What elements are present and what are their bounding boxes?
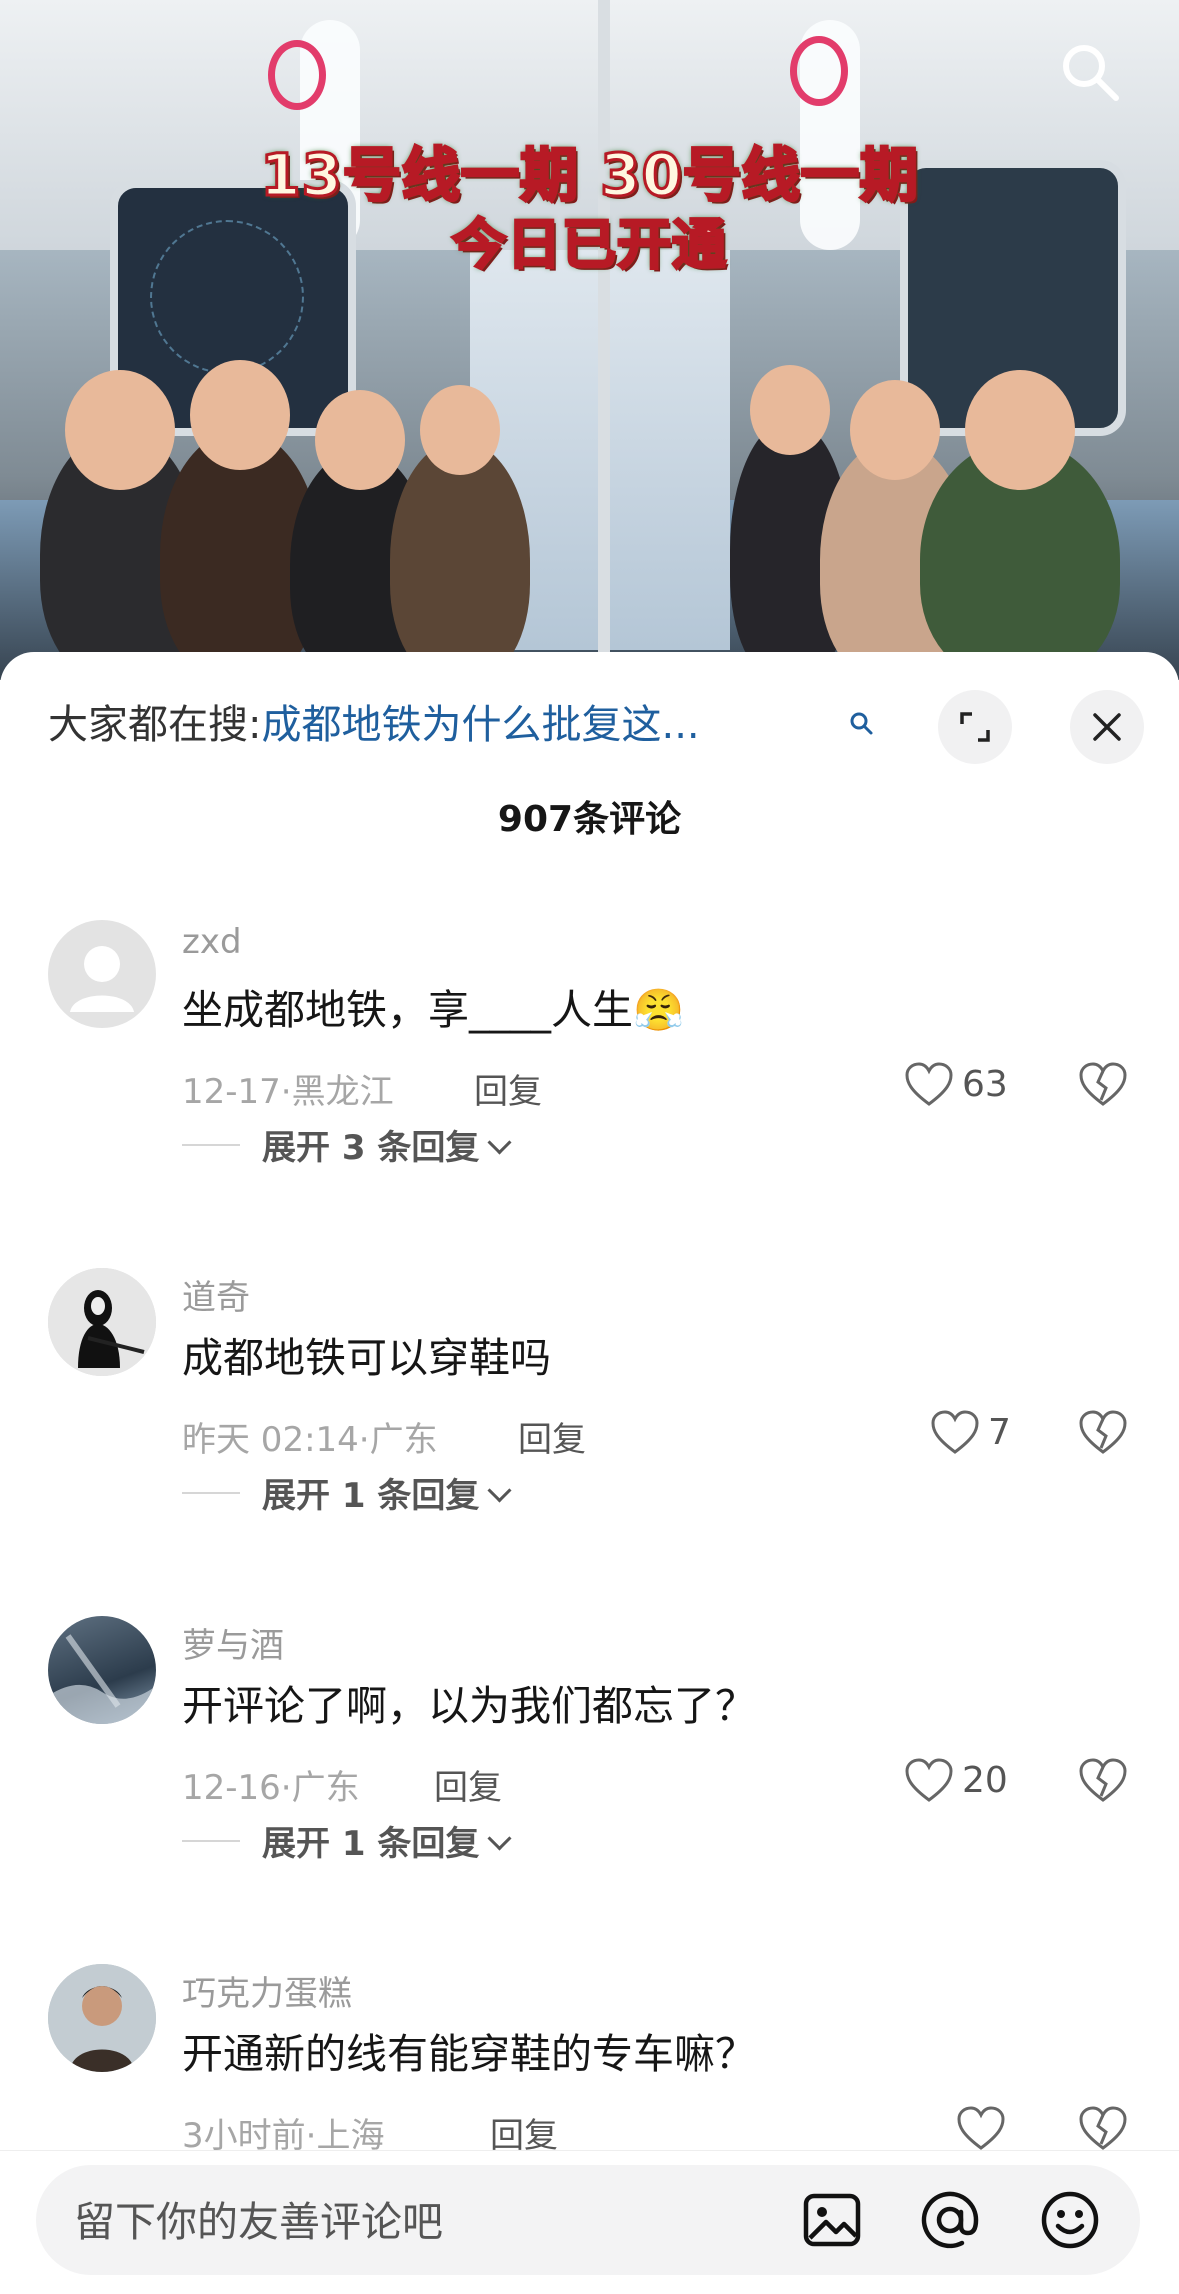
- close-sheet-button[interactable]: [1070, 690, 1144, 764]
- like-count: 7: [988, 1412, 1011, 1453]
- trending-search-hint[interactable]: 大家都在搜:成都地铁为什么批复这...: [48, 690, 898, 760]
- avatar[interactable]: [48, 1268, 156, 1376]
- handrail-pole: [598, 0, 610, 680]
- comment-meta: 昨天 02:14·广东: [182, 1420, 438, 1460]
- expand-sheet-button[interactable]: [938, 690, 1012, 764]
- hand-ring: [790, 36, 848, 106]
- expand-replies-button[interactable]: 展开 1 条回复: [262, 1816, 512, 1865]
- passenger: [390, 385, 530, 680]
- broken-heart-icon[interactable]: [1078, 1060, 1128, 1110]
- comment-text: 开评论了啊，以为我们都忘了？: [182, 1682, 756, 1730]
- reply-button[interactable]: 回复: [474, 1064, 542, 1113]
- like-count: 20: [962, 1760, 1008, 1801]
- hand-ring: [268, 40, 326, 110]
- comment-text: 开通新的线有能穿鞋的专车嘛？: [182, 2030, 756, 2078]
- heart-icon[interactable]: [904, 1062, 954, 1108]
- avatar[interactable]: [48, 1964, 156, 2072]
- heart-icon[interactable]: [930, 1410, 980, 1456]
- avatar-landscape-icon: [48, 1634, 156, 1724]
- trending-search-query[interactable]: 成都地铁为什么批复这...: [261, 702, 699, 748]
- comment-item: 道奇 成都地铁可以穿鞋吗 昨天 02:14·广东 回复 7 展开 1 条回复: [0, 1268, 1179, 1598]
- avatar-figure-icon: [48, 1268, 156, 1376]
- reply-button[interactable]: 回复: [518, 1412, 586, 1461]
- expand-divider: [182, 1144, 240, 1146]
- chevron-down-icon: [487, 1826, 512, 1851]
- close-icon: [1093, 713, 1121, 741]
- comment-meta: 3小时前·上海: [182, 2116, 385, 2150]
- comment-username[interactable]: 萝与酒: [182, 1618, 284, 1667]
- trending-search-label: 大家都在搜:: [48, 702, 262, 748]
- avatar-portrait-icon: [48, 1964, 156, 2072]
- reply-button[interactable]: 回复: [434, 1760, 502, 1809]
- expand-divider: [182, 1492, 240, 1494]
- search-icon[interactable]: [1058, 40, 1122, 104]
- comment-username[interactable]: 道奇: [182, 1270, 250, 1319]
- reply-button[interactable]: 回复: [490, 2108, 558, 2150]
- passenger: [920, 370, 1120, 680]
- comment-text: 成都地铁可以穿鞋吗: [182, 1334, 551, 1382]
- broken-heart-icon[interactable]: [1078, 1756, 1128, 1806]
- comment-item: zxd 坐成都地铁，享____人生😤 12-17·黑龙江 回复 63 展开 3 …: [0, 920, 1179, 1250]
- avatar[interactable]: [48, 920, 156, 1028]
- broken-heart-icon[interactable]: [1078, 2104, 1128, 2150]
- search-icon[interactable]: [848, 710, 874, 736]
- emoji-icon[interactable]: [1038, 2188, 1102, 2252]
- avatar[interactable]: [48, 1616, 156, 1724]
- like-count: 63: [962, 1064, 1008, 1105]
- default-avatar-icon: [70, 946, 134, 1012]
- comment-meta: 12-16·广东: [182, 1768, 360, 1808]
- heart-icon[interactable]: [904, 1758, 954, 1804]
- comment-count: 907条评论: [497, 799, 682, 840]
- comment-input-placeholder[interactable]: 留下你的友善评论吧: [74, 2188, 443, 2248]
- comment-username[interactable]: 巧克力蛋糕: [182, 1966, 352, 2015]
- expand-replies-button[interactable]: 展开 1 条回复: [262, 1468, 512, 1517]
- image-icon[interactable]: [800, 2188, 864, 2252]
- mention-icon[interactable]: [918, 2188, 982, 2252]
- expand-replies-button[interactable]: 展开 3 条回复: [262, 1120, 512, 1169]
- chevron-down-icon: [487, 1478, 512, 1503]
- chevron-down-icon: [487, 1130, 512, 1155]
- comment-text: 坐成都地铁，享____人生😤: [182, 986, 685, 1034]
- expand-divider: [182, 1840, 240, 1842]
- broken-heart-icon[interactable]: [1078, 1408, 1128, 1458]
- video-headline-line2: 今日已开通: [451, 212, 728, 278]
- comment-username[interactable]: zxd: [182, 922, 242, 962]
- heart-icon[interactable]: [956, 2106, 1006, 2150]
- video-player[interactable]: 13号线一期 30号线一期 今日已开通: [0, 0, 1179, 680]
- comment-meta: 12-17·黑龙江: [182, 1072, 394, 1112]
- huffing-face-emoji: 😤: [633, 986, 685, 1034]
- expand-icon: [960, 712, 990, 742]
- comment-item: 巧克力蛋糕 开通新的线有能穿鞋的专车嘛？ 3小时前·上海 回复: [0, 1964, 1179, 2150]
- comment-item: 萝与酒 开评论了啊，以为我们都忘了？ 12-16·广东 回复 20 展开 1 条…: [0, 1616, 1179, 1946]
